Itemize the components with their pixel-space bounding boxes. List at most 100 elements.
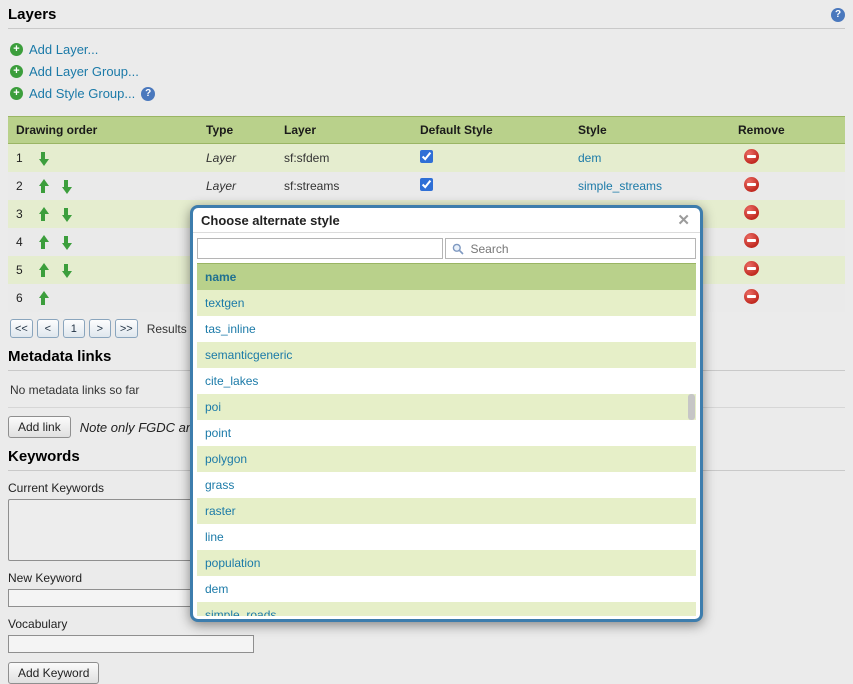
style-option[interactable]: grass xyxy=(197,472,696,498)
add-links: + Add Layer... + Add Layer Group... + Ad… xyxy=(8,29,845,110)
style-list: textgen tas_inline semanticgeneric cite_… xyxy=(197,290,696,616)
style-option-link[interactable]: grass xyxy=(205,478,234,492)
style-option-link[interactable]: dem xyxy=(205,582,228,596)
results-label: Results xyxy=(147,322,187,336)
style-option[interactable]: tas_inline xyxy=(197,316,696,342)
pager-page-button[interactable]: 1 xyxy=(63,319,85,338)
order-number: 6 xyxy=(16,291,26,305)
remove-button[interactable] xyxy=(744,205,759,220)
move-up-button[interactable] xyxy=(38,207,49,222)
layer-row: 2 Layer sf:streams simple_streams xyxy=(8,172,845,200)
style-option-link[interactable]: line xyxy=(205,530,224,544)
style-option-link[interactable]: textgen xyxy=(205,296,244,310)
move-down-button[interactable] xyxy=(61,207,72,222)
style-link[interactable]: simple_streams xyxy=(578,179,662,193)
vocabulary-input[interactable] xyxy=(8,635,254,653)
remove-button[interactable] xyxy=(744,233,759,248)
style-option-link[interactable]: poi xyxy=(205,400,221,414)
style-option[interactable]: polygon xyxy=(197,446,696,472)
pager-prev-button[interactable]: < xyxy=(37,319,59,338)
order-number: 4 xyxy=(16,235,26,249)
column-header-style: Style xyxy=(570,117,730,144)
plus-icon: + xyxy=(10,43,23,56)
move-up-button[interactable] xyxy=(38,263,49,278)
default-style-checkbox[interactable] xyxy=(420,150,433,163)
layer-row: 1 Layer sf:sfdem dem xyxy=(8,144,845,173)
style-group-help-icon[interactable]: ? xyxy=(141,87,155,101)
style-option-link[interactable]: population xyxy=(205,556,260,570)
move-down-button[interactable] xyxy=(61,235,72,250)
move-up-button[interactable] xyxy=(38,291,49,306)
style-option[interactable]: point xyxy=(197,420,696,446)
add-keyword-button[interactable]: Add Keyword xyxy=(8,662,99,684)
plus-icon: + xyxy=(10,87,23,100)
page-help-icon[interactable]: ? xyxy=(831,8,845,22)
style-option[interactable]: semanticgeneric xyxy=(197,342,696,368)
layer-type: Layer xyxy=(198,144,276,173)
dialog-title: Choose alternate style xyxy=(201,213,340,228)
pager-next-button[interactable]: > xyxy=(89,319,111,338)
remove-button[interactable] xyxy=(744,149,759,164)
style-option[interactable]: cite_lakes xyxy=(197,368,696,394)
move-down-button[interactable] xyxy=(61,179,72,194)
add-style-group-row: + Add Style Group... ? xyxy=(10,86,843,101)
style-option-link[interactable]: tas_inline xyxy=(205,322,256,336)
style-option[interactable]: population xyxy=(197,550,696,576)
name-column-header[interactable]: name xyxy=(197,263,696,290)
page-title: Layers xyxy=(8,6,56,23)
move-down-button[interactable] xyxy=(61,263,72,278)
pager-last-button[interactable]: >> xyxy=(115,319,138,338)
choose-style-dialog: Choose alternate style ✕ name textgen ta… xyxy=(190,205,703,622)
search-field xyxy=(445,238,697,259)
style-option-link[interactable]: simple_roads xyxy=(205,608,276,616)
column-header-layer: Layer xyxy=(276,117,412,144)
move-up-button[interactable] xyxy=(38,179,49,194)
dialog-titlebar: Choose alternate style ✕ xyxy=(193,208,700,233)
style-option[interactable]: simple_roads xyxy=(197,602,696,616)
style-option-link[interactable]: semanticgeneric xyxy=(205,348,292,362)
remove-button[interactable] xyxy=(744,261,759,276)
table-header-row: Drawing order Type Layer Default Style S… xyxy=(8,117,845,144)
column-header-type: Type xyxy=(198,117,276,144)
style-option-link[interactable]: polygon xyxy=(205,452,247,466)
order-number: 3 xyxy=(16,207,26,221)
page-header: Layers ? xyxy=(8,4,845,29)
add-layer-group-row: + Add Layer Group... xyxy=(10,64,843,79)
style-link[interactable]: dem xyxy=(578,151,601,165)
dialog-pager-area xyxy=(197,238,443,259)
style-option-link[interactable]: cite_lakes xyxy=(205,374,258,388)
add-link-button[interactable]: Add link xyxy=(8,416,71,438)
style-search-input[interactable] xyxy=(469,241,696,257)
style-option[interactable]: dem xyxy=(197,576,696,602)
remove-button[interactable] xyxy=(744,289,759,304)
order-number: 1 xyxy=(16,151,26,165)
layer-name: sf:streams xyxy=(276,172,412,200)
add-layer-group-link[interactable]: Add Layer Group... xyxy=(29,64,139,79)
order-number: 2 xyxy=(16,179,26,193)
layer-name: sf:sfdem xyxy=(276,144,412,173)
remove-button[interactable] xyxy=(744,177,759,192)
move-down-button[interactable] xyxy=(38,151,49,166)
column-header-drawing-order: Drawing order xyxy=(8,117,198,144)
default-style-checkbox[interactable] xyxy=(420,178,433,191)
plus-icon: + xyxy=(10,65,23,78)
pager-first-button[interactable]: << xyxy=(10,319,33,338)
style-option-link[interactable]: point xyxy=(205,426,231,440)
column-header-remove: Remove xyxy=(730,117,845,144)
style-option[interactable]: poi xyxy=(197,394,696,420)
style-option[interactable]: line xyxy=(197,524,696,550)
add-layer-row: + Add Layer... xyxy=(10,42,843,57)
style-option[interactable]: textgen xyxy=(197,290,696,316)
dialog-search-row xyxy=(193,233,700,263)
add-layer-link[interactable]: Add Layer... xyxy=(29,42,98,57)
add-style-group-link[interactable]: Add Style Group... xyxy=(29,86,135,101)
style-option-link[interactable]: raster xyxy=(205,504,236,518)
scrollbar-thumb[interactable] xyxy=(688,394,695,420)
order-number: 5 xyxy=(16,263,26,277)
column-header-default-style: Default Style xyxy=(412,117,570,144)
move-up-button[interactable] xyxy=(38,235,49,250)
search-icon xyxy=(452,243,464,255)
style-option[interactable]: raster xyxy=(197,498,696,524)
close-icon[interactable]: ✕ xyxy=(675,213,692,228)
layer-type: Layer xyxy=(198,172,276,200)
